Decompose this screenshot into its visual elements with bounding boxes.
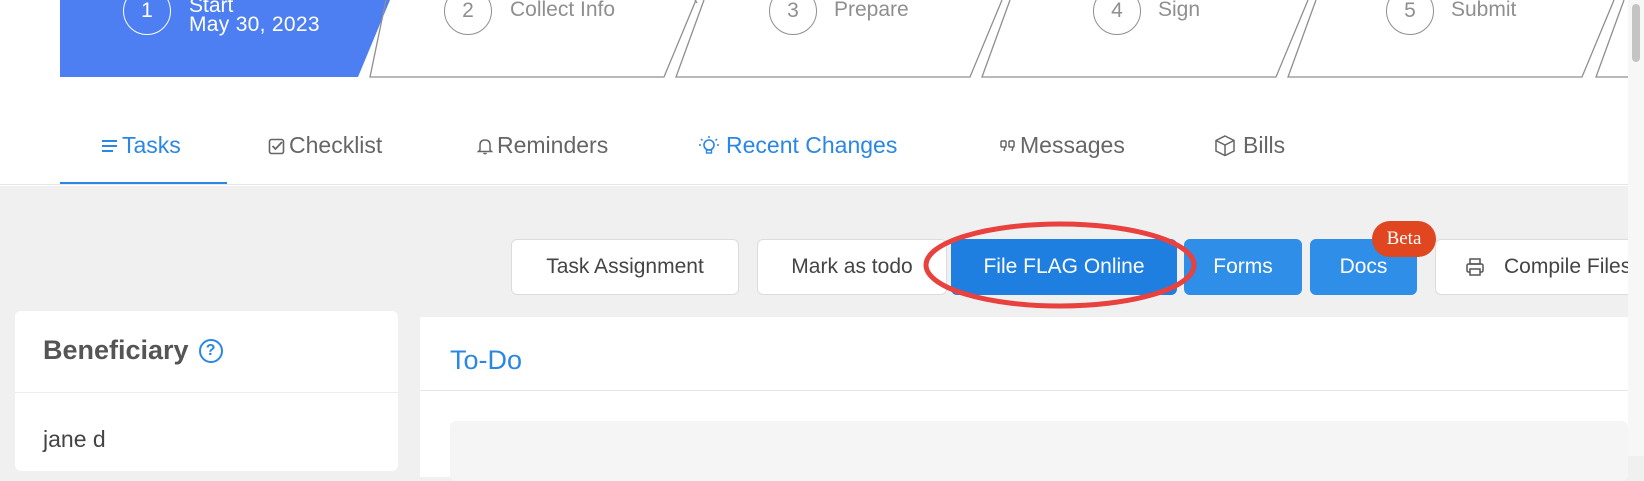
step-start[interactable]: 1 Start May 30, 2023 bbox=[60, 0, 392, 77]
step-chevron-outline bbox=[981, 0, 1309, 78]
quote-icon bbox=[1000, 139, 1015, 151]
beneficiary-header: Beneficiary ? bbox=[43, 335, 223, 366]
step-label: Collect Info bbox=[510, 0, 616, 21]
card-divider bbox=[15, 392, 398, 393]
beneficiary-name[interactable]: jane d bbox=[43, 426, 106, 453]
mark-as-todo-button[interactable]: Mark as todo bbox=[757, 239, 947, 295]
tab-label: Reminders bbox=[497, 132, 609, 158]
beneficiary-card: Beneficiary ? jane d bbox=[15, 311, 398, 471]
vertical-scrollbar[interactable] bbox=[1628, 0, 1644, 456]
beneficiary-title: Beneficiary bbox=[43, 335, 189, 365]
tab-label: Bills bbox=[1243, 132, 1286, 158]
tab-label: Messages bbox=[1020, 132, 1125, 158]
step-date: May 30, 2023 bbox=[189, 13, 320, 36]
checkbox-icon bbox=[268, 138, 285, 154]
scrollbar-thumb[interactable] bbox=[1632, 4, 1640, 62]
step-prepare[interactable]: 3 Prepare bbox=[675, 0, 1016, 78]
tab-bar: Tasks Checklist Reminders Recent Changes… bbox=[0, 118, 1628, 186]
header-area: 1 Start May 30, 2023 2 Collect Info 3 Pr… bbox=[0, 0, 1628, 186]
printer-icon bbox=[1466, 258, 1484, 276]
tab-reminders[interactable]: Reminders bbox=[475, 132, 608, 159]
file-flag-online-button[interactable]: File FLAG Online bbox=[951, 239, 1177, 295]
tab-recent-changes[interactable]: Recent Changes bbox=[698, 132, 897, 159]
todo-content-box bbox=[450, 421, 1628, 481]
compile-files-label: Compile Files bbox=[1504, 255, 1632, 278]
step-label: Prepare bbox=[834, 0, 909, 21]
forms-button[interactable]: Forms bbox=[1184, 239, 1302, 295]
todo-title: To-Do bbox=[450, 345, 523, 375]
step-submit[interactable]: 5 Submit bbox=[1287, 0, 1628, 78]
list-icon bbox=[102, 139, 117, 152]
tab-checklist[interactable]: Checklist bbox=[267, 132, 382, 159]
tab-bills[interactable]: Bills bbox=[1213, 132, 1285, 159]
tab-label: Checklist bbox=[289, 132, 383, 158]
tab-tasks[interactable]: Tasks bbox=[100, 132, 181, 159]
bell-icon bbox=[476, 138, 494, 154]
tab-label: Recent Changes bbox=[726, 132, 898, 158]
lightbulb-icon bbox=[699, 135, 719, 154]
beta-badge: Beta bbox=[1372, 221, 1436, 257]
todo-card: To-Do bbox=[420, 317, 1628, 481]
step-label: Sign bbox=[1158, 0, 1201, 21]
step-sign[interactable]: 4 Sign bbox=[981, 0, 1322, 78]
card-divider bbox=[420, 390, 1628, 391]
step-label: Submit bbox=[1451, 0, 1517, 21]
compile-files-button[interactable]: Compile Files bbox=[1435, 239, 1635, 295]
help-icon[interactable]: ? bbox=[198, 338, 223, 363]
step-collect-info[interactable]: 2 Collect Info bbox=[369, 0, 710, 78]
tab-messages[interactable]: Messages bbox=[998, 132, 1125, 159]
box-icon bbox=[1215, 134, 1235, 156]
tab-label: Tasks bbox=[122, 132, 181, 158]
task-assignment-button[interactable]: Task Assignment bbox=[511, 239, 739, 295]
header-divider bbox=[0, 184, 1628, 185]
